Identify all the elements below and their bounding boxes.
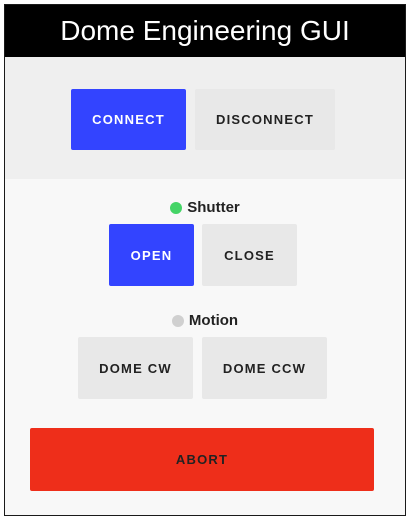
connect-button[interactable]: CONNECT (71, 89, 186, 150)
shutter-header: Shutter (5, 199, 405, 216)
shutter-label: Shutter (187, 199, 240, 216)
connection-panel: CONNECT DISCONNECT (5, 57, 405, 179)
abort-button[interactable]: ABORT (30, 428, 374, 491)
shutter-open-button[interactable]: OPEN (109, 224, 194, 286)
disconnect-button[interactable]: DISCONNECT (195, 89, 335, 150)
shutter-close-button[interactable]: CLOSE (202, 224, 297, 286)
motion-status-indicator (171, 314, 184, 327)
window-title: Dome Engineering GUI (5, 5, 405, 57)
shutter-status-indicator (170, 201, 183, 214)
motion-label: Motion (188, 312, 239, 329)
dome-ccw-button[interactable]: DOME CCW (202, 337, 327, 399)
motion-header: Motion (5, 312, 405, 329)
app-window: Dome Engineering GUI CONNECT DISCONNECT … (4, 4, 406, 516)
dome-cw-button[interactable]: DOME CW (78, 337, 193, 399)
